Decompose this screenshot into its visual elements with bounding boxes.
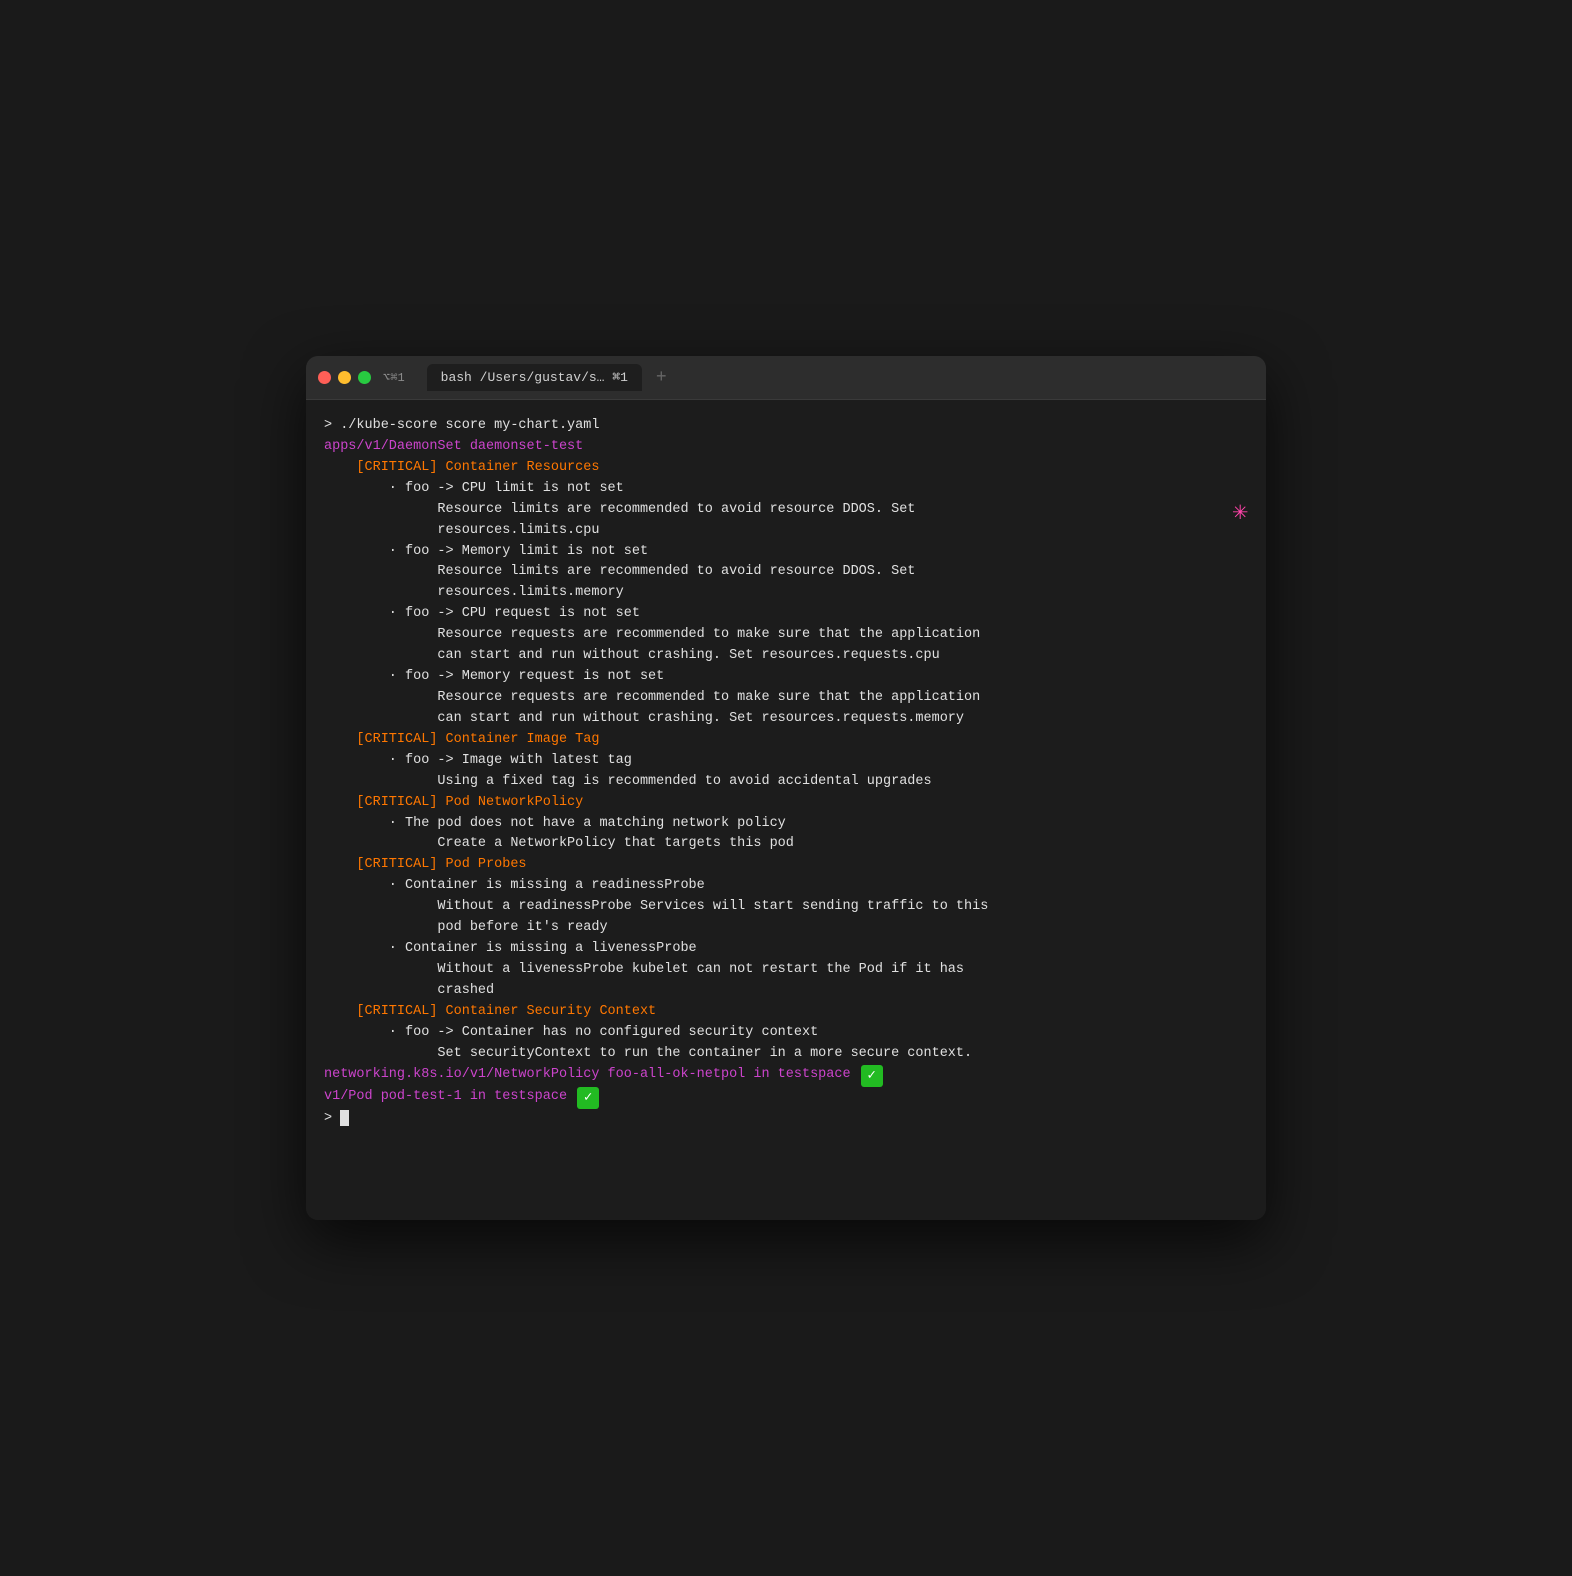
netpol-pass-text: networking.k8s.io/v1/NetworkPolicy foo-a…: [324, 1065, 851, 1086]
detail-security-context-1: Set securityContext to run the container…: [324, 1044, 1248, 1065]
detail-mem-request-1: Resource requests are recommended to mak…: [324, 688, 1248, 709]
item-image-tag: · foo -> Image with latest tag: [324, 751, 1248, 772]
detail-cpu-request-1: Resource requests are recommended to mak…: [324, 625, 1248, 646]
pod-pass-line: v1/Pod pod-test-1 in testspace ✓: [324, 1087, 1248, 1109]
keyboard-shortcut-label: ⌥⌘1: [383, 370, 405, 385]
item-mem-request: · foo -> Memory request is not set: [324, 667, 1248, 688]
detail-image-tag-1: Using a fixed tag is recommended to avoi…: [324, 772, 1248, 793]
active-tab[interactable]: bash /Users/gustav/s… ⌘1: [427, 364, 642, 391]
detail-liveness-2: crashed: [324, 981, 1248, 1002]
check-pod: ✓: [577, 1087, 599, 1109]
star-icon: ✳: [1232, 496, 1248, 527]
item-netpol: · The pod does not have a matching netwo…: [324, 814, 1248, 835]
detail-cpu-request-2: can start and run without crashing. Set …: [324, 646, 1248, 667]
detail-netpol-1: Create a NetworkPolicy that targets this…: [324, 834, 1248, 855]
close-button[interactable]: [318, 371, 331, 384]
detail-mem-request-2: can start and run without crashing. Set …: [324, 709, 1248, 730]
detail-cpu-limit-1: Resource limits are recommended to avoid…: [324, 500, 1248, 521]
item-cpu-request: · foo -> CPU request is not set: [324, 604, 1248, 625]
pod-pass-text: v1/Pod pod-test-1 in testspace: [324, 1087, 567, 1108]
critical-image-tag: [CRITICAL] Container Image Tag: [324, 730, 1248, 751]
critical-security-context: [CRITICAL] Container Security Context: [324, 1002, 1248, 1023]
traffic-lights: [318, 371, 371, 384]
minimize-button[interactable]: [338, 371, 351, 384]
critical-pod-probes: [CRITICAL] Pod Probes: [324, 855, 1248, 876]
daemonset-header: apps/v1/DaemonSet daemonset-test: [324, 437, 1248, 458]
detail-readiness-2: pod before it's ready: [324, 918, 1248, 939]
final-prompt: >: [324, 1109, 1248, 1130]
critical-network-policy: [CRITICAL] Pod NetworkPolicy: [324, 793, 1248, 814]
check-netpol: ✓: [861, 1065, 883, 1087]
item-mem-limit: · foo -> Memory limit is not set: [324, 542, 1248, 563]
new-tab-button[interactable]: +: [656, 368, 667, 388]
item-readiness-probe: · Container is missing a readinessProbe: [324, 876, 1248, 897]
critical-container-resources: [CRITICAL] Container Resources: [324, 458, 1248, 479]
check-icons: ✓: [861, 1065, 883, 1087]
titlebar: ⌥⌘1 bash /Users/gustav/s… ⌘1 +: [306, 356, 1266, 400]
netpol-pass-line: networking.k8s.io/v1/NetworkPolicy foo-a…: [324, 1065, 1248, 1087]
terminal-window: ⌥⌘1 bash /Users/gustav/s… ⌘1 + ✳ > ./kub…: [306, 356, 1266, 1220]
detail-mem-limit-1: Resource limits are recommended to avoid…: [324, 562, 1248, 583]
maximize-button[interactable]: [358, 371, 371, 384]
detail-cpu-limit-2: resources.limits.cpu: [324, 521, 1248, 542]
item-liveness-probe: · Container is missing a livenessProbe: [324, 939, 1248, 960]
item-security-context: · foo -> Container has no configured sec…: [324, 1023, 1248, 1044]
terminal-body: ✳ > ./kube-score score my-chart.yaml app…: [306, 400, 1266, 1220]
detail-readiness-1: Without a readinessProbe Services will s…: [324, 897, 1248, 918]
command-line: > ./kube-score score my-chart.yaml: [324, 416, 1248, 437]
detail-mem-limit-2: resources.limits.memory: [324, 583, 1248, 604]
cursor: [340, 1110, 349, 1126]
item-cpu-limit: · foo -> CPU limit is not set: [324, 479, 1248, 500]
detail-liveness-1: Without a livenessProbe kubelet can not …: [324, 960, 1248, 981]
